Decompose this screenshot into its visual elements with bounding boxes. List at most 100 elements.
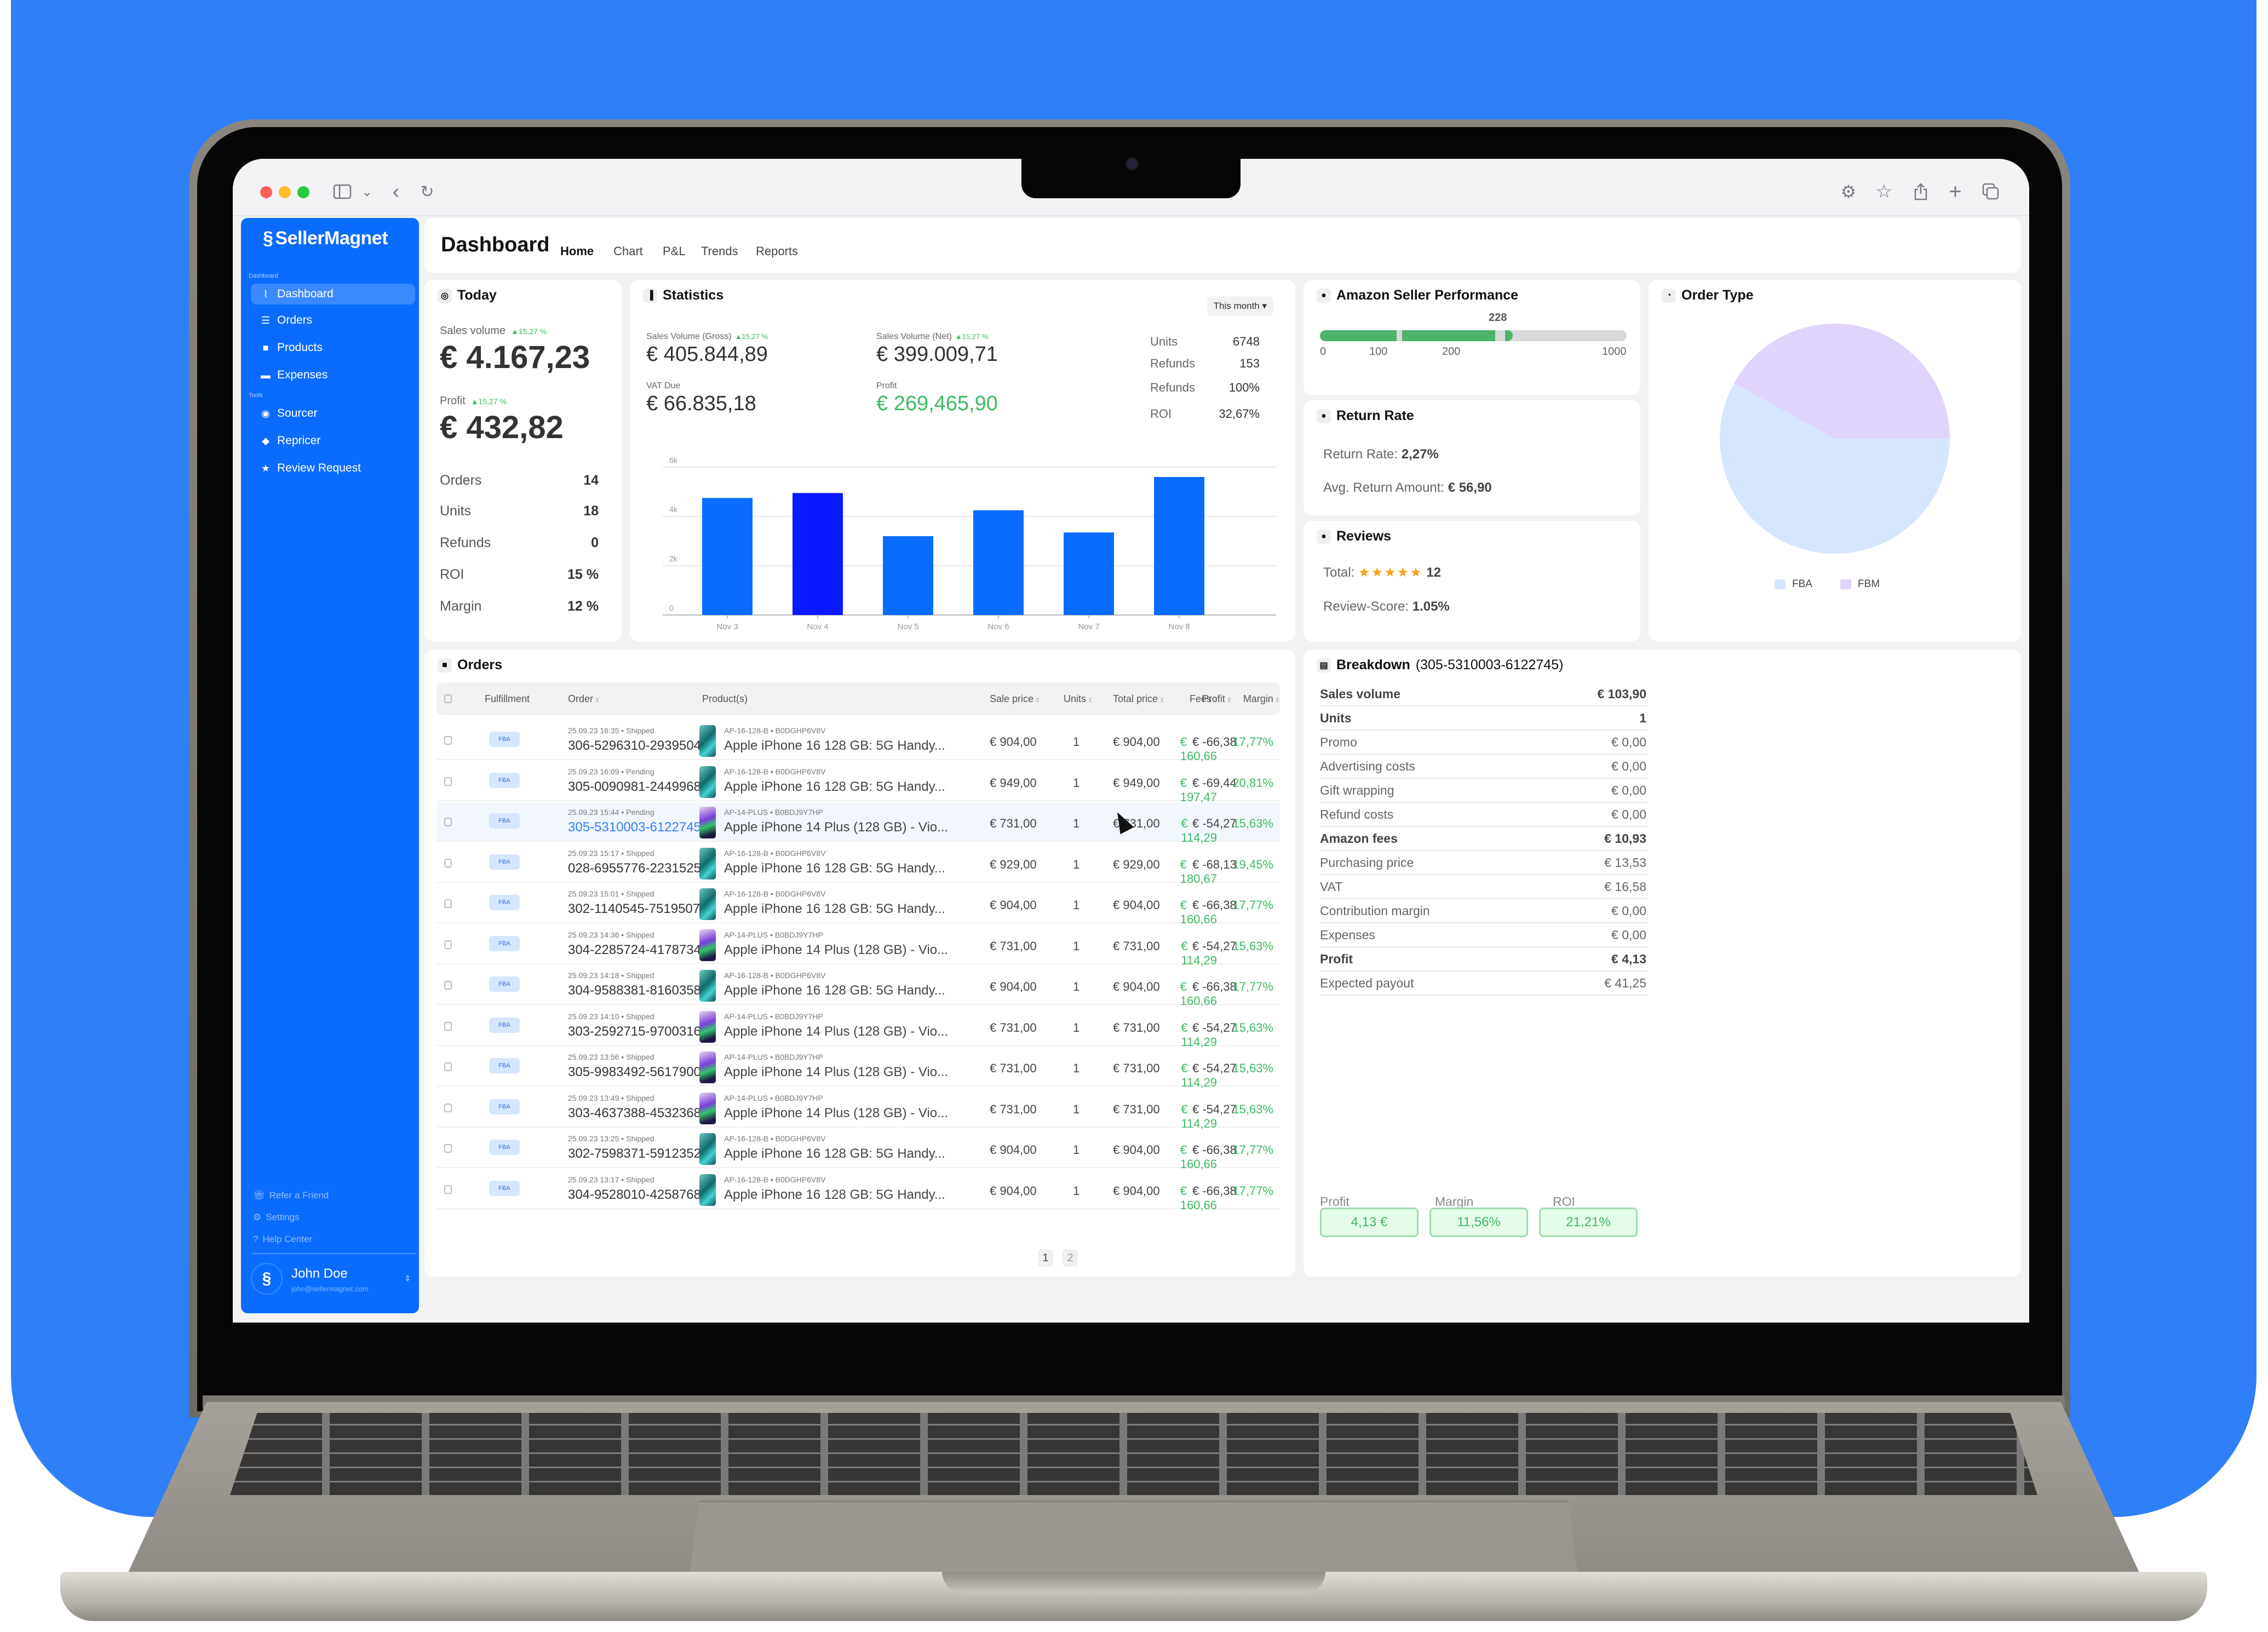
- product-name[interactable]: Apple iPhone 14 Plus (128 GB) - Vio...: [724, 1024, 948, 1039]
- product-name[interactable]: Apple iPhone 14 Plus (128 GB) - Vio...: [724, 943, 948, 958]
- period-select[interactable]: This month ▾: [1207, 296, 1273, 316]
- product-name[interactable]: Apple iPhone 16 128 GB: 5G Handy...: [724, 983, 945, 998]
- table-row[interactable]: FBA 25.09.23 13:25 • Shipped 302-7598371-5…: [437, 1129, 1280, 1171]
- today-sales-label: Sales volume ▲15,27 %: [440, 325, 547, 337]
- product-name[interactable]: Apple iPhone 14 Plus (128 GB) - Vio...: [724, 820, 948, 835]
- row-checkbox[interactable]: [444, 1144, 452, 1153]
- row-checkbox[interactable]: [444, 818, 452, 826]
- order-id-link[interactable]: 303-2592715-9700316: [568, 1024, 701, 1039]
- row-checkbox[interactable]: [444, 940, 452, 949]
- gear-icon[interactable]: ⚙: [1832, 175, 1865, 208]
- order-id-link[interactable]: 304-9528010-4258768: [568, 1187, 701, 1203]
- order-id-link[interactable]: 303-4637388-4532368: [568, 1106, 701, 1121]
- bar-nov-8[interactable]: [1154, 477, 1204, 615]
- back-icon[interactable]: ‹: [380, 175, 412, 208]
- product-name[interactable]: Apple iPhone 16 128 GB: 5G Handy...: [724, 1187, 945, 1203]
- col-sale-price[interactable]: Sale price ⇕: [990, 693, 1040, 705]
- order-id-link[interactable]: 306-5296310-2939504: [568, 738, 701, 754]
- order-id-link[interactable]: 302-1140545-7519507: [568, 901, 700, 917]
- sidebar-item-repricer[interactable]: ◆ Repricer: [251, 430, 415, 451]
- legend-fbm[interactable]: FBM: [1840, 578, 1880, 590]
- sidebar-item-dashboard[interactable]: ⌇ Dashboard: [251, 284, 415, 304]
- row-checkbox[interactable]: [444, 858, 452, 867]
- reload-icon[interactable]: ↻: [411, 175, 444, 208]
- row-checkbox[interactable]: [444, 736, 452, 745]
- user-menu[interactable]: § John Doe john@sellermagnet.com ⇕: [251, 1259, 415, 1308]
- order-id-link[interactable]: 302-7598371-5912352: [568, 1146, 701, 1162]
- row-checkbox[interactable]: [444, 1062, 452, 1071]
- select-all-checkbox[interactable]: [444, 694, 452, 703]
- col-profit[interactable]: Profit ⇕: [1202, 693, 1232, 705]
- sidebar-settings[interactable]: ⚙ Settings: [253, 1212, 300, 1223]
- sidebar-item-expenses[interactable]: ▬ Expenses: [251, 365, 415, 386]
- col-total-price[interactable]: Total price ⇕: [1113, 693, 1164, 705]
- page-2-button[interactable]: 2: [1063, 1249, 1078, 1267]
- order-type-title: ◔ Order Type: [1662, 288, 1754, 303]
- legend-fba[interactable]: FBA: [1775, 578, 1812, 590]
- product-name[interactable]: Apple iPhone 16 128 GB: 5G Handy...: [724, 861, 945, 876]
- close-window-button[interactable]: [260, 186, 272, 198]
- tab-reports[interactable]: Reports: [756, 244, 798, 258]
- table-row[interactable]: FBA 25.09.23 13:56 • Shipped 305-9983492-5…: [437, 1047, 1280, 1089]
- sale-price: € 731,00: [990, 1061, 1037, 1075]
- table-row[interactable]: FBA 25.09.23 14:36 • Shipped 304-2285724-4…: [437, 925, 1280, 967]
- sidebar-item-orders[interactable]: ☰ Orders: [251, 310, 415, 331]
- logo[interactable]: § SellerMagnet: [263, 228, 388, 249]
- row-checkbox[interactable]: [444, 1185, 452, 1194]
- row-checkbox[interactable]: [444, 1021, 452, 1031]
- table-row[interactable]: FBA 25.09.23 15:44 • Pending 305-5310003-6…: [437, 802, 1280, 844]
- sidebar-item-products[interactable]: ■ Products: [251, 337, 415, 358]
- tab-chart[interactable]: Chart: [613, 244, 643, 258]
- order-id-link[interactable]: 028-6955776-2231525: [568, 861, 701, 876]
- product-name[interactable]: Apple iPhone 16 128 GB: 5G Handy...: [724, 779, 945, 795]
- product-name[interactable]: Apple iPhone 14 Plus (128 GB) - Vio...: [724, 1065, 948, 1080]
- row-checkbox[interactable]: [444, 981, 452, 990]
- minimize-window-button[interactable]: [279, 186, 291, 198]
- table-row[interactable]: FBA 25.09.23 14:10 • Shipped 303-2592715-9…: [437, 1007, 1280, 1049]
- sidebar-item-review-request[interactable]: ★ Review Request: [251, 458, 415, 479]
- bar-nov-7[interactable]: [1064, 532, 1114, 615]
- col-units[interactable]: Units ⇕: [1064, 693, 1093, 705]
- bar-nov-6[interactable]: [973, 510, 1024, 615]
- tab-pnl[interactable]: P&L: [663, 244, 686, 258]
- breakdown-row: Contribution margin € 0,00: [1320, 899, 1649, 923]
- col-order[interactable]: Order ⇕: [568, 693, 600, 705]
- table-row[interactable]: FBA 25.09.23 15:17 • Shipped 028-6955776-2…: [437, 843, 1280, 886]
- plus-icon[interactable]: +: [1939, 175, 1972, 208]
- order-id-link[interactable]: 304-9588381-8160358: [568, 983, 701, 998]
- bar-nov-4[interactable]: [793, 493, 843, 615]
- table-row[interactable]: FBA 25.09.23 16:09 • Pending 305-0090981-2…: [437, 762, 1280, 804]
- product-name[interactable]: Apple iPhone 16 128 GB: 5G Handy...: [724, 1146, 945, 1162]
- chevron-down-icon[interactable]: ⌄: [351, 175, 383, 208]
- order-id-link[interactable]: 305-0090981-2449968: [568, 779, 701, 795]
- page-1-button[interactable]: 1: [1038, 1249, 1053, 1267]
- order-id-link[interactable]: 304-2285724-4178734: [568, 943, 701, 958]
- row-checkbox[interactable]: [444, 899, 452, 908]
- sidebar-item-sourcer[interactable]: ◉ Sourcer: [251, 403, 415, 424]
- table-row[interactable]: FBA 25.09.23 16:35 • Shipped 306-5296310-2…: [437, 721, 1280, 763]
- product-name[interactable]: Apple iPhone 14 Plus (128 GB) - Vio...: [724, 1106, 948, 1121]
- maximize-window-button[interactable]: [297, 186, 309, 198]
- tabs-icon[interactable]: [1974, 175, 2007, 208]
- product-name[interactable]: Apple iPhone 16 128 GB: 5G Handy...: [724, 738, 945, 754]
- table-row[interactable]: FBA 25.09.23 13:49 • Shipped 303-4637388-4…: [437, 1088, 1280, 1130]
- table-row[interactable]: FBA 25.09.23 13:17 • Shipped 304-9528010-4…: [437, 1170, 1280, 1212]
- row-checkbox[interactable]: [444, 777, 452, 786]
- share-icon[interactable]: [1904, 175, 1937, 208]
- tab-home[interactable]: Home: [560, 244, 594, 258]
- sidebar-refer-a-friend[interactable]: 🎁︎ Refer a Friend: [253, 1190, 329, 1201]
- star-icon[interactable]: ☆: [1868, 175, 1900, 208]
- bar-nov-3[interactable]: [702, 498, 753, 615]
- row-checkbox[interactable]: [444, 1103, 452, 1112]
- tab-trends[interactable]: Trends: [701, 244, 738, 258]
- bar-nov-5[interactable]: [883, 536, 933, 615]
- sidebar-help-center[interactable]: ? Help Center: [253, 1234, 312, 1245]
- table-row[interactable]: FBA 25.09.23 14:18 • Shipped 304-9588381-8…: [437, 966, 1280, 1008]
- gross-change: ▲15,27 %: [734, 332, 768, 341]
- product-name[interactable]: Apple iPhone 16 128 GB: 5G Handy...: [724, 901, 945, 917]
- order-id-link[interactable]: 305-9983492-5617900: [568, 1065, 701, 1080]
- order-id-link[interactable]: 305-5310003-6122745: [568, 820, 701, 835]
- table-row[interactable]: FBA 25.09.23 15:01 • Shipped 302-1140545-7…: [437, 884, 1280, 926]
- col-margin[interactable]: Margin ⇕: [1243, 693, 1280, 705]
- profit: € 160,66: [1180, 735, 1218, 763]
